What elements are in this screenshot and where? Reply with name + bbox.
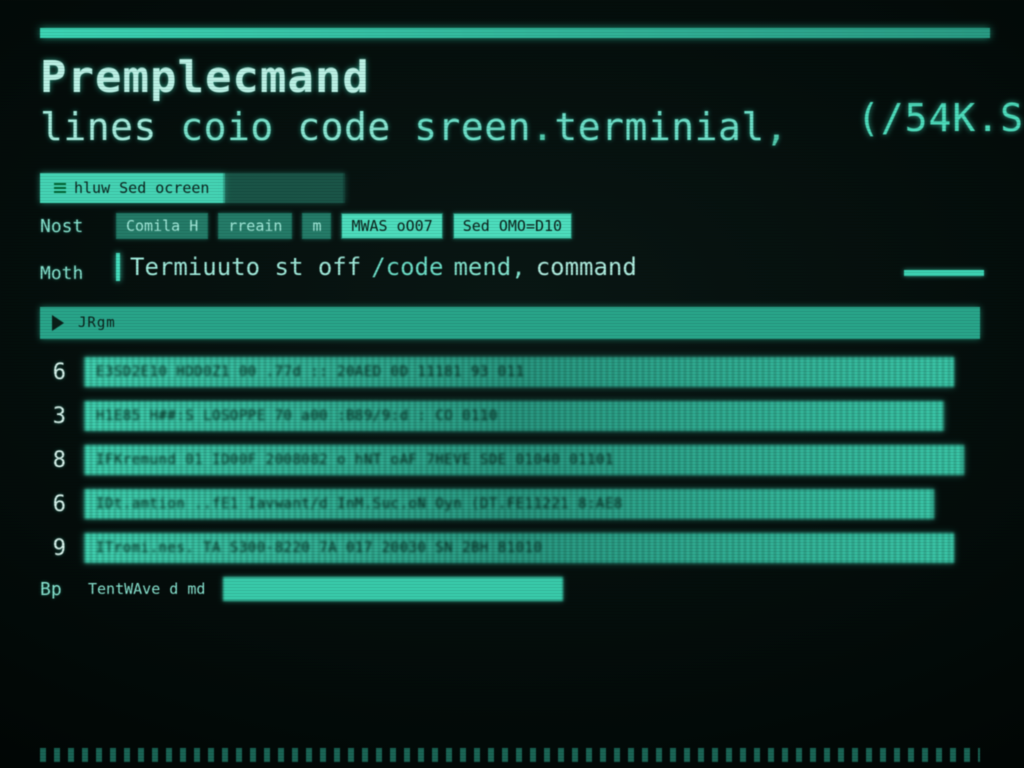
tab-strip: hluw Sed ocreen [40, 173, 1024, 203]
tab-inactive[interactable] [225, 173, 345, 203]
output-line: 8 IFKremund 01 ID00F 2008082 o hNT oAF 7… [40, 445, 1024, 475]
tab-active[interactable]: hluw Sed ocreen [40, 173, 225, 203]
tab-label: hluw Sed ocreen [74, 179, 209, 197]
subtitle-word-4: sreen [414, 105, 531, 149]
output-line: 6 E3SD2E10 HDD0Z1 00 .77d :: 20AED 0D 11… [40, 357, 1024, 387]
output-line: 9 ITromi.nes. TA S300-8220 7A 017 20030 … [40, 533, 1024, 563]
pill[interactable]: MWAS oO07 [341, 213, 442, 239]
pill-group: Comila H rreain m MWAS oO07 Sed OMO=D10 [116, 213, 572, 239]
cursor-icon [116, 253, 120, 281]
run-bar[interactable]: JRgm [40, 307, 980, 339]
line-number: 8 [40, 448, 66, 473]
line-bar: E3SD2E10 HDD0Z1 00 .77d :: 20AED 0D 1118… [84, 357, 954, 387]
footer-text: TentWAve d md [88, 580, 205, 598]
footer-row: Bp TentWAve d md [40, 577, 1024, 601]
cmd-seg: mend, [453, 253, 525, 281]
line-bar: IFKremund 01 ID00F 2008082 o hNT oAF 7HE… [84, 445, 964, 475]
line-number: 6 [40, 360, 66, 385]
pill[interactable]: Comila H [116, 213, 208, 239]
subtitle-word-1: lines [40, 105, 157, 149]
row-label-moth: Moth [40, 263, 102, 284]
line-bar: ITromi.nes. TA S300-8220 7A 017 20030 SN… [84, 533, 954, 563]
run-label: JRgm [78, 315, 116, 331]
subtitle-word-3: code [297, 105, 391, 149]
pill[interactable]: m [302, 213, 331, 239]
subtitle-word-2: coio [180, 105, 274, 149]
footer-bar [223, 577, 563, 601]
subtitle-word-5: terminial [554, 105, 764, 149]
line-bar: IDt.amtion ..fE1 Iavwant/d InM.Suc.oN Oy… [84, 489, 934, 519]
ruler-ticks [40, 748, 980, 762]
cmd-seg: command [536, 253, 637, 281]
row-moth: Moth Termiuuto st off/code mend, command [40, 251, 1024, 295]
divider-dash [904, 270, 984, 276]
output-line: 6 IDt.amtion ..fE1 Iavwant/d InM.Suc.oN … [40, 489, 1024, 519]
command-line[interactable]: Termiuuto st off/code mend, command [116, 253, 637, 281]
line-number: 6 [40, 492, 66, 517]
pill[interactable]: rreain [218, 213, 292, 239]
title-bar-accent [40, 28, 990, 38]
play-icon [52, 315, 64, 331]
cmd-seg: Termiuuto st off [130, 253, 361, 281]
row-nost: Nost Comila H rreain m MWAS oO07 Sed OMO… [40, 213, 1024, 239]
output-line: 3 H1E85 H##:S LOSOPPE 70 a00 :B89/9:d : … [40, 401, 1024, 431]
pill[interactable]: Sed OMO=D10 [453, 213, 572, 239]
line-bar: H1E85 H##:S LOSOPPE 70 a00 :B89/9:d : CO… [84, 401, 944, 431]
cmd-seg: /code [371, 253, 443, 281]
footer-label: Bp [40, 579, 70, 600]
output-list: 6 E3SD2E10 HDD0Z1 00 .77d :: 20AED 0D 11… [40, 357, 1024, 563]
line-number: 9 [40, 536, 66, 561]
status-badge: (/54K.S [857, 96, 1024, 140]
row-label-nost: Nost [40, 216, 102, 237]
line-number: 3 [40, 404, 66, 429]
menu-icon [54, 183, 66, 193]
